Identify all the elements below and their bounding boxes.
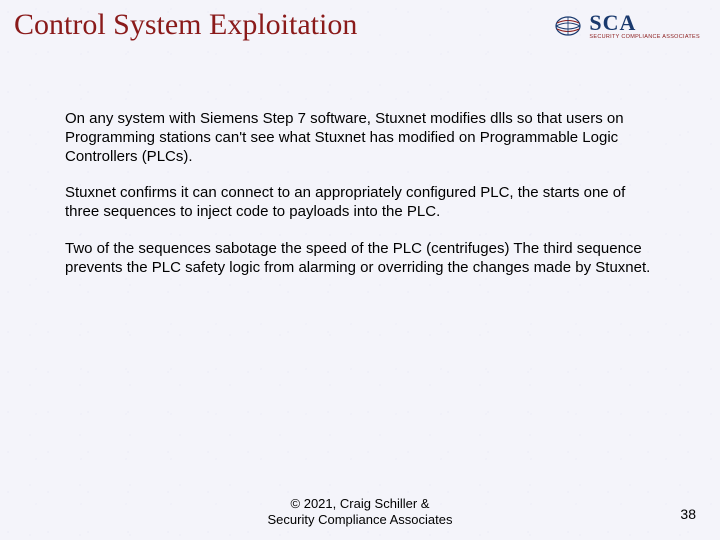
page-number: 38 <box>680 506 696 522</box>
globe-icon <box>553 14 583 38</box>
footer-line-2: Security Compliance Associates <box>268 512 453 527</box>
logo-text: SCA SECURITY COMPLIANCE ASSOCIATES <box>589 12 700 41</box>
paragraph-1: On any system with Siemens Step 7 softwa… <box>65 110 655 166</box>
footer-line-1: © 2021, Craig Schiller & <box>291 496 430 511</box>
paragraph-2: Stuxnet confirms it can connect to an ap… <box>65 184 655 222</box>
footer: © 2021, Craig Schiller & Security Compli… <box>0 496 720 529</box>
logo-sub-text: SECURITY COMPLIANCE ASSOCIATES <box>589 35 700 41</box>
logo-main-text: SCA <box>589 12 700 34</box>
slide-title: Control System Exploitation <box>14 8 357 42</box>
paragraph-3: Two of the sequences sabotage the speed … <box>65 240 655 278</box>
slide-content: On any system with Siemens Step 7 softwa… <box>65 110 655 295</box>
logo: SCA SECURITY COMPLIANCE ASSOCIATES <box>553 12 700 41</box>
